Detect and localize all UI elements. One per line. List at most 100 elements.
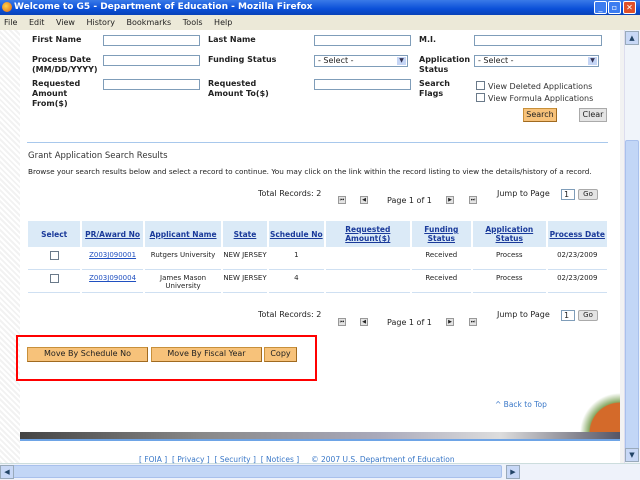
total-records: Total Records: 2 xyxy=(258,189,322,198)
search-flags-label: Search Flags xyxy=(419,79,450,98)
menu-edit[interactable]: Edit xyxy=(29,18,45,27)
menu-tools[interactable]: Tools xyxy=(183,18,203,27)
scroll-left-arrow-icon[interactable]: ◀ xyxy=(0,465,14,479)
first-page-icon[interactable]: ⏮ xyxy=(338,318,346,326)
column-header-schedule[interactable]: Schedule No xyxy=(268,221,324,247)
next-page-icon[interactable]: ▶ xyxy=(446,196,454,204)
scroll-up-arrow-icon[interactable]: ▲ xyxy=(625,31,639,45)
column-header-date[interactable]: Process Date xyxy=(547,221,607,247)
foia-link[interactable]: FOIA xyxy=(144,455,162,464)
jump-to-page-label: Jump to Page xyxy=(497,189,550,198)
state: NEW JERSEY xyxy=(223,270,267,293)
requested-to-input[interactable] xyxy=(314,79,411,90)
last-page-icon[interactable]: ⏭ xyxy=(469,318,477,326)
last-name-label: Last Name xyxy=(208,35,256,44)
minimize-button[interactable]: _ xyxy=(594,1,607,14)
page-indicator: Page 1 of 1 xyxy=(387,196,432,205)
funding-status: Received xyxy=(411,247,472,270)
results-heading: Grant Application Search Results xyxy=(28,151,168,161)
next-page-icon[interactable]: ▶ xyxy=(446,318,454,326)
notices-link[interactable]: Notices xyxy=(266,455,294,464)
column-header-award[interactable]: PR/Award No xyxy=(82,221,143,247)
jump-page-input[interactable]: 1 xyxy=(561,189,575,200)
requested-from-input[interactable] xyxy=(103,79,200,90)
go-button[interactable]: Go xyxy=(578,310,598,321)
back-to-top-link[interactable]: ^ Back to Top xyxy=(495,400,547,409)
applicant-name: Rutgers University xyxy=(144,247,222,270)
menu-view[interactable]: View xyxy=(56,18,75,27)
jump-page-input[interactable]: 1 xyxy=(561,310,575,321)
application-status-select[interactable]: - Select - ▼ xyxy=(474,55,599,67)
chevron-down-icon: ▼ xyxy=(588,57,597,65)
last-name-input[interactable] xyxy=(314,35,411,46)
award-link[interactable]: Z003J090004 xyxy=(89,274,136,282)
schedule-no: 4 xyxy=(268,270,324,293)
funding-status: Received xyxy=(411,270,472,293)
copyright: © 2007 U.S. Department of Education xyxy=(311,455,455,464)
application-status: Process xyxy=(473,247,546,270)
table-header: Select PR/Award No Applicant Name State … xyxy=(28,221,607,247)
funding-status-label: Funding Status xyxy=(208,55,277,64)
process-date-input[interactable] xyxy=(103,55,200,66)
column-header-funding[interactable]: Funding Status xyxy=(411,221,472,247)
prev-page-icon[interactable]: ◀ xyxy=(360,196,368,204)
menu-bookmarks[interactable]: Bookmarks xyxy=(127,18,172,27)
vertical-scroll-thumb[interactable] xyxy=(625,140,639,460)
requested-amount xyxy=(326,247,410,270)
copy-button[interactable]: Copy xyxy=(264,347,297,362)
footer-banner xyxy=(20,432,620,441)
column-header-status[interactable]: Application Status xyxy=(473,221,546,247)
row-select-checkbox[interactable] xyxy=(49,274,59,283)
go-button[interactable]: Go xyxy=(578,189,598,200)
first-name-label: First Name xyxy=(32,35,82,44)
column-header-applicant[interactable]: Applicant Name xyxy=(144,221,222,247)
award-link[interactable]: Z003J090001 xyxy=(89,251,136,259)
funding-status-value: - Select - xyxy=(318,56,354,65)
last-page-icon[interactable]: ⏭ xyxy=(469,196,477,204)
results-table: Select PR/Award No Applicant Name State … xyxy=(26,221,609,293)
divider xyxy=(27,142,608,143)
state: NEW JERSEY xyxy=(223,247,267,270)
move-by-fiscal-year-button[interactable]: Move By Fiscal Year xyxy=(151,347,262,362)
view-formula-checkbox[interactable] xyxy=(476,93,485,102)
firefox-icon xyxy=(2,2,12,12)
title-bar: Welcome to G5 - Department of Education … xyxy=(0,0,640,15)
close-button[interactable]: ✕ xyxy=(623,1,636,14)
requested-from-label: Requested Amount From($) xyxy=(32,79,81,108)
table-row: Z003J090004 James Mason University NEW J… xyxy=(28,270,607,293)
window-title: Welcome to G5 - Department of Education … xyxy=(14,2,313,12)
results-instructions: Browse your search results below and sel… xyxy=(28,167,592,176)
requested-to-label: Requested Amount To($) xyxy=(208,79,269,98)
clear-button[interactable]: Clear xyxy=(579,108,607,122)
first-name-input[interactable] xyxy=(103,35,200,46)
funding-status-select[interactable]: - Select - ▼ xyxy=(314,55,408,67)
scroll-down-arrow-icon[interactable]: ▼ xyxy=(625,448,639,462)
horizontal-scroll-thumb[interactable] xyxy=(12,465,502,478)
prev-page-icon[interactable]: ◀ xyxy=(360,318,368,326)
mi-input[interactable] xyxy=(474,35,602,46)
first-page-icon[interactable]: ⏮ xyxy=(338,196,346,204)
privacy-link[interactable]: Privacy xyxy=(177,455,204,464)
page-indicator: Page 1 of 1 xyxy=(387,318,432,327)
schedule-no: 1 xyxy=(268,247,324,270)
move-by-schedule-button[interactable]: Move By Schedule No xyxy=(27,347,148,362)
menu-history[interactable]: History xyxy=(87,18,115,27)
view-deleted-checkbox[interactable] xyxy=(476,81,485,90)
jump-to-page-label: Jump to Page xyxy=(497,310,550,319)
process-date: 02/23/2009 xyxy=(547,270,607,293)
application-status-value: - Select - xyxy=(478,56,514,65)
column-header-amount[interactable]: Requested Amount($) xyxy=(326,221,410,247)
requested-amount xyxy=(326,270,410,293)
menu-help[interactable]: Help xyxy=(214,18,232,27)
menu-file[interactable]: File xyxy=(4,18,17,27)
footer-links: [ FOIA ] [ Privacy ] [ Security ] [ Noti… xyxy=(139,455,455,464)
maximize-button[interactable]: ▫ xyxy=(608,1,621,14)
column-header-state[interactable]: State xyxy=(223,221,267,247)
security-link[interactable]: Security xyxy=(220,455,251,464)
column-header-select: Select xyxy=(28,221,81,247)
search-button[interactable]: Search xyxy=(523,108,557,122)
scroll-right-arrow-icon[interactable]: ▶ xyxy=(506,465,520,479)
view-deleted-label: View Deleted Applications xyxy=(488,82,593,91)
row-select-checkbox[interactable] xyxy=(49,251,59,260)
application-status: Process xyxy=(473,270,546,293)
